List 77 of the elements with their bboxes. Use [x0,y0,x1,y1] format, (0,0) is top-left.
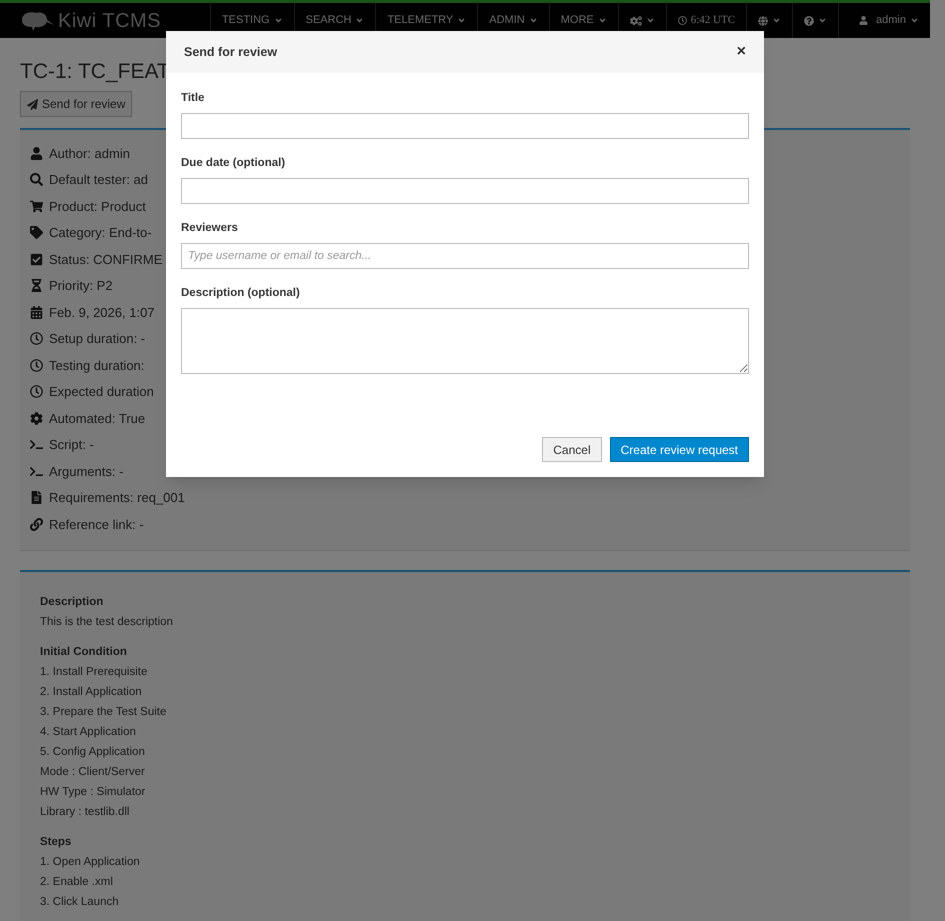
dialog-title: Send for review [184,44,278,61]
section-line: 1. Install Prerequisite [40,664,148,680]
section-line: Mode : Client/Server [40,764,146,780]
property-text: Arguments: - [49,462,124,481]
field-label: Title [181,91,206,106]
terminal-icon [30,464,43,478]
section-line: HW Type : Simulator [40,784,146,800]
section-line: Library : testlib.dll [40,804,130,820]
search-icon [30,173,43,186]
section-line: 2. Enable .xml [40,874,114,890]
link-icon [30,518,43,531]
caret-icon [646,16,655,25]
caret-icon [457,16,466,25]
section-line: 4. Start Application [40,724,137,740]
page-title: TC-1: TC_FEAT [20,59,171,85]
paper-plane-icon [27,98,38,110]
user-icon [859,16,868,25]
send-for-review-button[interactable]: Send for review [20,91,132,117]
clock-time: 6:42 UTC [690,13,736,28]
property-text: Category: End-to- [49,224,152,242]
hourglass-icon [30,279,43,292]
clock-icon [30,385,43,398]
caret-icon [818,16,828,25]
field-label: Due date (optional) [181,156,286,171]
caret-icon [528,16,538,25]
property-text: Default tester: ad [49,171,148,189]
property-text: Testing duration: [49,356,144,375]
section-heading: Initial Condition [40,644,128,660]
clock-icon [30,332,43,346]
clock-icon [678,16,687,25]
gear-icon [30,412,43,425]
help-icon [804,16,814,26]
caret-icon [772,16,782,25]
section-heading: Description [40,594,104,610]
gears-icon [630,14,642,26]
calendar-icon [30,306,43,319]
property-text: Status: CONFIRME [49,250,162,268]
property-text: Automated: True [49,410,146,428]
caret-icon [274,16,283,25]
property-text: Script: - [49,436,94,454]
property-text: Reference link: - [49,516,144,534]
cart-icon [30,200,43,213]
section-heading: Steps [40,834,72,850]
property-text: Author: admin [49,144,130,162]
property-text: Expected duration [49,383,154,401]
text-field[interactable] [181,178,749,204]
globe-icon [758,16,768,26]
field-label: Reviewers [181,221,239,236]
property-text: Product: Product [49,198,146,216]
section-line: 3. Prepare the Test Suite [40,704,168,720]
property-text: Priority: P2 [49,277,113,295]
brand-name[interactable]: Kiwi TCMS [58,6,162,36]
text-field[interactable]: Type username or email to search... [181,243,749,269]
submit-button[interactable]: Create review request [610,437,749,462]
text-field[interactable] [181,113,749,139]
field-label: Description (optional) [181,286,301,301]
clock-icon [30,358,43,372]
property-text: Setup duration: - [49,330,146,348]
property-text: Feb. 9, 2026, 1:07 [49,304,155,322]
checkbox-icon [30,252,43,266]
section-line: 5. Config Application [40,744,146,760]
section-line: 1. Open Application [40,854,141,870]
section-line: 3. Click Launch [40,894,120,910]
caret-icon [910,16,919,25]
cancel-button[interactable]: Cancel [542,437,602,462]
caret-icon [355,16,364,25]
user-menu[interactable]: admin [838,3,930,38]
tag-icon [30,226,43,240]
user-icon [30,146,43,160]
terminal-icon [30,438,43,452]
document-icon [30,491,43,504]
section-line: 2. Install Application [40,684,143,700]
property-text: Requirements: req_001 [49,489,185,507]
description-field[interactable] [181,308,749,374]
caret-icon [598,16,607,25]
close-button[interactable]: × [736,40,746,64]
section-line: This is the test description [40,614,174,630]
